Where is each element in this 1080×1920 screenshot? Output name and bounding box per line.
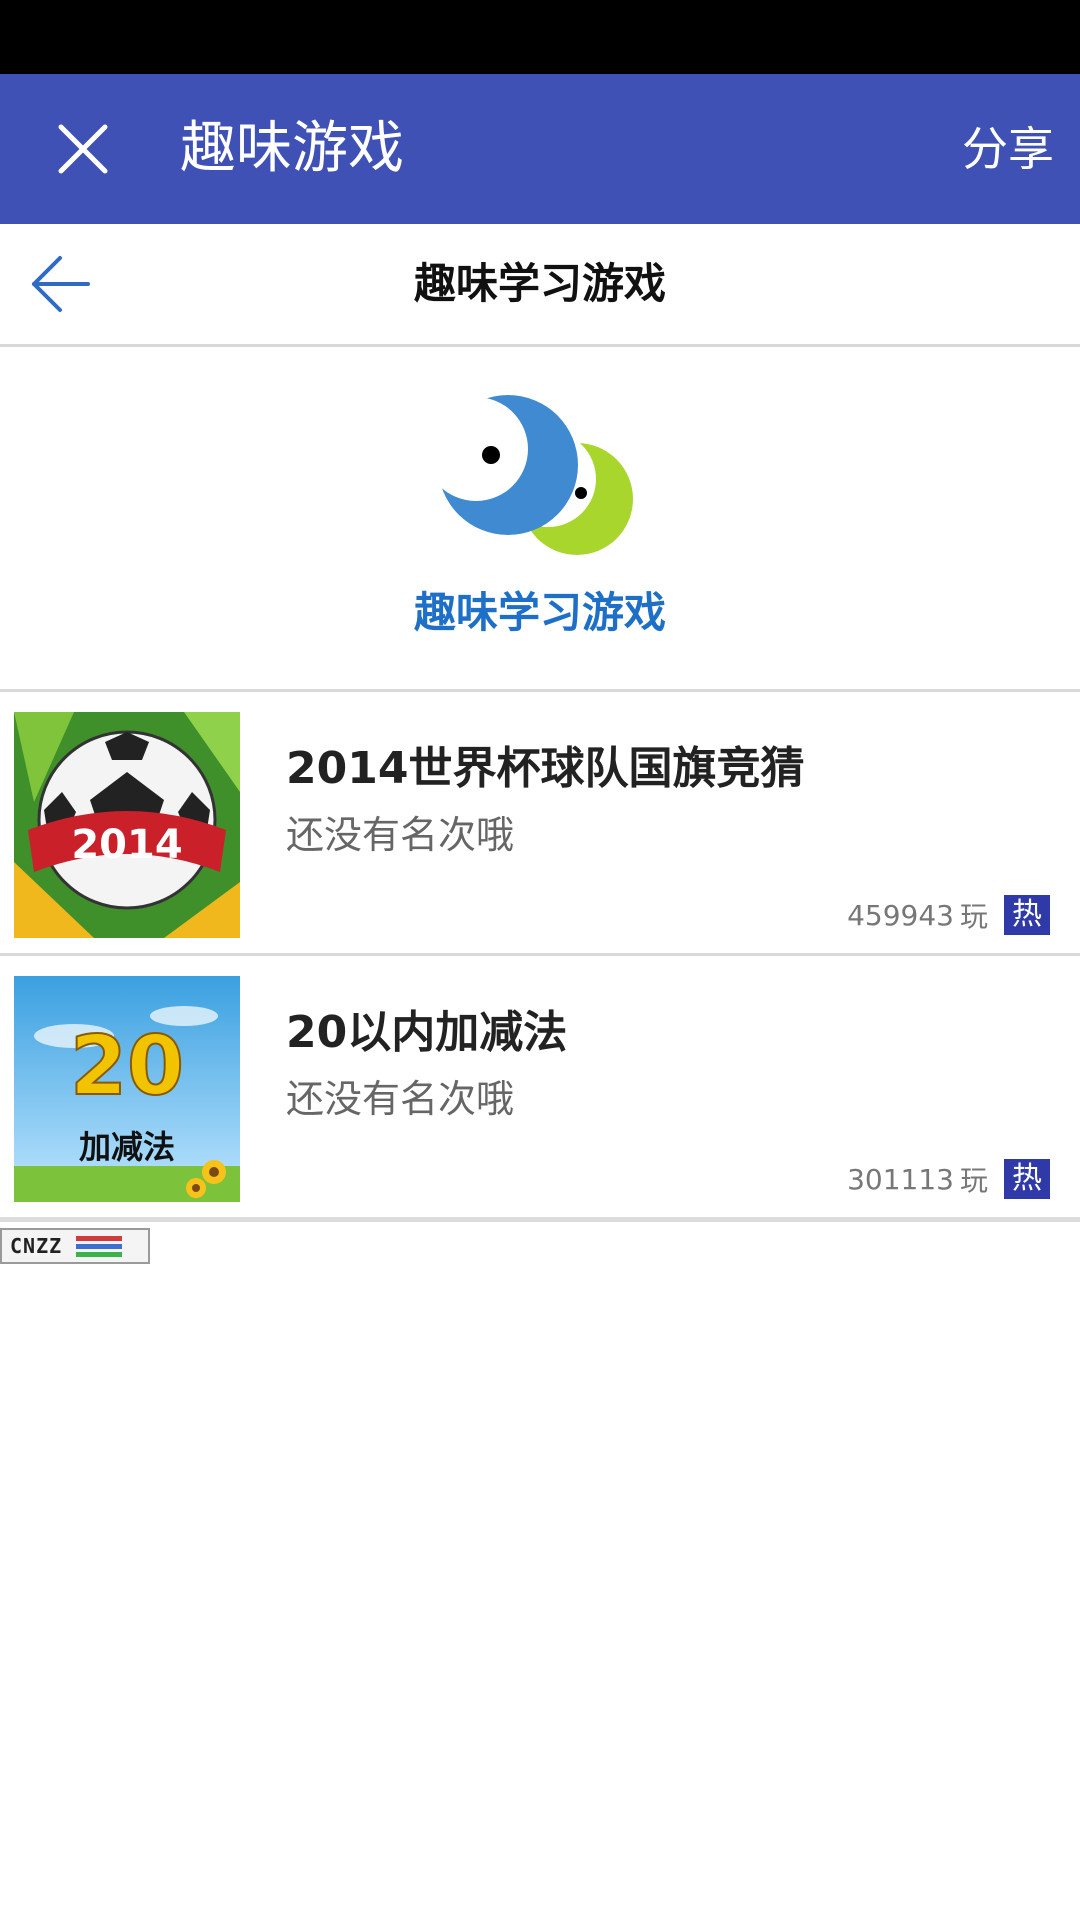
cnzz-label: CNZZ	[10, 1234, 63, 1258]
game-name: 20以内加减法	[286, 1007, 568, 1058]
moons-logo	[430, 395, 633, 555]
game-thumbnail: 2014	[14, 712, 240, 938]
close-icon	[58, 124, 108, 174]
thumb-number: 20	[70, 1019, 184, 1114]
list-item[interactable]: 20 加减法 20以内加减法 还没有名次哦 301113 玩 热	[0, 956, 1080, 1222]
play-count: 459943	[847, 898, 954, 932]
page-title: 趣味学习游戏	[413, 259, 666, 308]
close-button[interactable]	[44, 110, 122, 188]
cnzz-stats-badge[interactable]: CNZZ	[0, 1228, 150, 1264]
banner-title: 趣味学习游戏	[413, 588, 666, 637]
sunflower-meadow-thumbnail: 20 加减法	[14, 976, 240, 1202]
game-list: 2014 2014世界杯球队国旗竞猜 还没有名次哦 459943 玩 热 20 …	[0, 692, 1080, 1222]
share-button[interactable]: 分享	[962, 74, 1054, 224]
play-unit: 玩	[959, 900, 988, 933]
stats-bars-icon	[76, 1235, 123, 1257]
sub-header: 趣味学习游戏	[0, 224, 1080, 347]
game-meta: 459943 玩 热	[847, 895, 1050, 935]
game-thumbnail: 20 加减法	[14, 976, 240, 1202]
list-item[interactable]: 2014 2014世界杯球队国旗竞猜 还没有名次哦 459943 玩 热	[0, 692, 1080, 956]
status-bar	[0, 0, 1080, 74]
app-bar: 趣味游戏 分享	[0, 74, 1080, 224]
game-rank-text: 还没有名次哦	[286, 813, 515, 857]
play-unit: 玩	[959, 1164, 988, 1197]
hot-badge: 热	[1004, 1159, 1050, 1199]
game-meta: 301113 玩 热	[847, 1159, 1050, 1199]
banner: 趣味学习游戏	[0, 347, 1080, 692]
app-title: 趣味游戏	[180, 116, 404, 181]
play-count: 301113	[847, 1162, 954, 1196]
thumb-caption: 加减法	[79, 1128, 175, 1166]
soccer-ball-thumbnail: 2014	[14, 712, 240, 938]
hot-badge: 热	[1004, 895, 1050, 935]
game-rank-text: 还没有名次哦	[286, 1077, 515, 1121]
thumb-year: 2014	[71, 822, 182, 868]
game-name: 2014世界杯球队国旗竞猜	[286, 743, 805, 794]
